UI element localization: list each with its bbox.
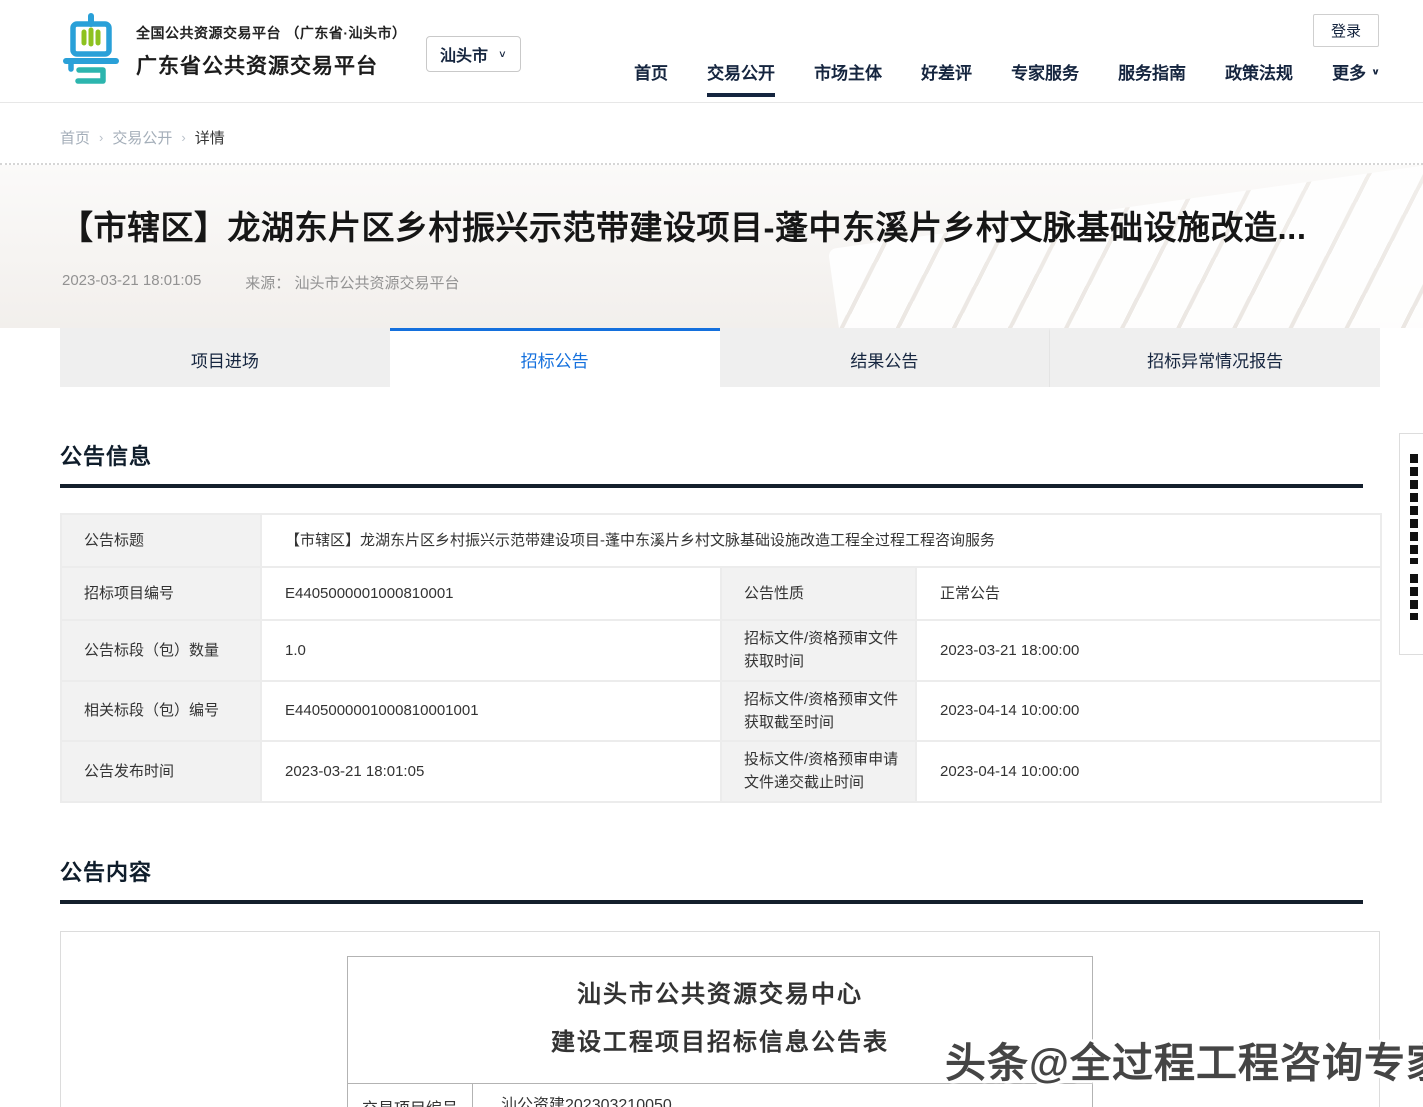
section-title-announcement-content: 公告内容 — [60, 855, 1363, 887]
nav-item-reviews[interactable]: 好差评 — [921, 40, 972, 102]
site-header: 全国公共资源交易平台 （广东省·汕头市） 广东省公共资源交易平台 汕头市 ∨ 首… — [0, 0, 1423, 103]
page: 全国公共资源交易平台 （广东省·汕头市） 广东省公共资源交易平台 汕头市 ∨ 首… — [0, 0, 1423, 1107]
info-label-title: 公告标题 — [61, 514, 261, 567]
info-label-package-no: 相关标段（包）编号 — [61, 681, 261, 742]
main-nav: 首页 交易公开 市场主体 好差评 专家服务 服务指南 政策法规 更多 ∨ — [634, 40, 1380, 102]
table-row: 公告标题 【市辖区】龙湖东片区乡村振兴示范带建设项目-蓬中东溪片乡村文脉基础设施… — [61, 514, 1381, 567]
publish-time: 2023-03-21 18:01:05 — [62, 272, 201, 293]
tab-abnormal-report[interactable]: 招标异常情况报告 — [1049, 328, 1380, 387]
table-row: 相关标段（包）编号 E4405000001000810001001 招标文件/资… — [61, 681, 1381, 742]
breadcrumb-home[interactable]: 首页 — [60, 127, 90, 148]
info-value-publish-time: 2023-03-21 18:01:05 — [261, 741, 721, 802]
article-title: 【市辖区】龙湖东片区乡村振兴示范带建设项目-蓬中东溪片乡村文脉基础设施改造... — [0, 165, 1423, 249]
doc-label-trade-project-no: 交易项目编号 — [348, 1083, 473, 1107]
tab-tender-announcement[interactable]: 招标公告 — [390, 328, 720, 387]
guangdong-platform-logo-icon — [60, 13, 122, 89]
article-banner: 【市辖区】龙湖东片区乡村振兴示范带建设项目-蓬中东溪片乡村文脉基础设施改造...… — [0, 165, 1423, 328]
info-label-nature: 公告性质 — [721, 567, 916, 620]
section-divider — [60, 484, 1363, 488]
nav-item-policies[interactable]: 政策法规 — [1225, 40, 1293, 102]
nav-item-market-entities[interactable]: 市场主体 — [814, 40, 882, 102]
info-label-project-no: 招标项目编号 — [61, 567, 261, 620]
nav-item-service-guide[interactable]: 服务指南 — [1118, 40, 1186, 102]
section-divider — [60, 900, 1363, 904]
tab-project-entry[interactable]: 项目进场 — [60, 328, 390, 387]
info-value-doc-deadline: 2023-04-14 10:00:00 — [916, 681, 1381, 742]
city-selector-value: 汕头市 — [440, 42, 488, 66]
info-value-bid-deadline: 2023-04-14 10:00:00 — [916, 741, 1381, 802]
info-value-nature: 正常公告 — [916, 567, 1381, 620]
side-float-vertical-text — [1410, 574, 1418, 620]
chevron-down-icon: ∨ — [498, 48, 507, 59]
platform-title: 广东省公共资源交易平台 — [136, 50, 407, 80]
info-label-doc-deadline: 招标文件/资格预审文件获取截至时间 — [721, 681, 916, 742]
source-label: 来源： 汕头市公共资源交易平台 — [245, 272, 459, 293]
info-value-project-no: E4405000001000810001 — [261, 567, 721, 620]
info-label-doc-obtain-time: 招标文件/资格预审文件获取时间 — [721, 620, 916, 681]
breadcrumb-separator: › — [99, 130, 103, 145]
side-float-vertical-text — [1410, 454, 1418, 564]
breadcrumb-separator: › — [181, 130, 185, 145]
table-row: 公告标段（包）数量 1.0 招标文件/资格预审文件获取时间 2023-03-21… — [61, 620, 1381, 681]
chevron-down-icon: ∨ — [1371, 66, 1380, 76]
breadcrumb: 首页 › 交易公开 › 详情 — [0, 103, 1423, 165]
info-value-package-count: 1.0 — [261, 620, 721, 681]
login-button[interactable]: 登录 — [1313, 14, 1379, 47]
nav-item-trade-public[interactable]: 交易公开 — [707, 40, 775, 102]
announcement-info-table: 公告标题 【市辖区】龙湖东片区乡村振兴示范带建设项目-蓬中东溪片乡村文脉基础设施… — [60, 513, 1382, 803]
section-title-announcement-info: 公告信息 — [60, 439, 1363, 471]
nav-item-more[interactable]: 更多 ∨ — [1332, 40, 1380, 102]
tab-result-announcement[interactable]: 结果公告 — [720, 328, 1050, 387]
nav-more-label: 更多 — [1332, 59, 1366, 84]
info-label-publish-time: 公告发布时间 — [61, 741, 261, 802]
city-selector-dropdown[interactable]: 汕头市 ∨ — [426, 36, 521, 72]
breadcrumb-current: 详情 — [195, 127, 225, 148]
nav-item-home[interactable]: 首页 — [634, 40, 668, 102]
nav-item-expert-services[interactable]: 专家服务 — [1011, 40, 1079, 102]
brand: 全国公共资源交易平台 （广东省·汕头市） 广东省公共资源交易平台 — [60, 13, 407, 89]
info-value-doc-obtain-time: 2023-03-21 18:00:00 — [916, 620, 1381, 681]
table-row: 招标项目编号 E4405000001000810001 公告性质 正常公告 — [61, 567, 1381, 620]
table-row: 公告发布时间 2023-03-21 18:01:05 投标文件/资格预审申请文件… — [61, 741, 1381, 802]
detail-tabs: 项目进场 招标公告 结果公告 招标异常情况报告 — [60, 328, 1380, 387]
info-value-title: 【市辖区】龙湖东片区乡村振兴示范带建设项目-蓬中东溪片乡村文脉基础设施改造工程全… — [261, 514, 1381, 567]
info-label-package-count: 公告标段（包）数量 — [61, 620, 261, 681]
breadcrumb-section[interactable]: 交易公开 — [112, 127, 172, 148]
doc-title-line1: 汕头市公共资源交易中心 — [348, 971, 1092, 1019]
info-value-package-no: E4405000001000810001001 — [261, 681, 721, 742]
brand-text: 全国公共资源交易平台 （广东省·汕头市） 广东省公共资源交易平台 — [136, 23, 407, 80]
article-meta: 2023-03-21 18:01:05 来源： 汕头市公共资源交易平台 — [0, 272, 1423, 293]
side-float-widget[interactable] — [1399, 433, 1423, 655]
toutiao-watermark: 头条@全过程工程咨询专家 — [945, 1029, 1423, 1089]
info-label-bid-deadline: 投标文件/资格预审申请文件递交截止时间 — [721, 741, 916, 802]
national-platform-label: 全国公共资源交易平台 （广东省·汕头市） — [136, 23, 407, 43]
